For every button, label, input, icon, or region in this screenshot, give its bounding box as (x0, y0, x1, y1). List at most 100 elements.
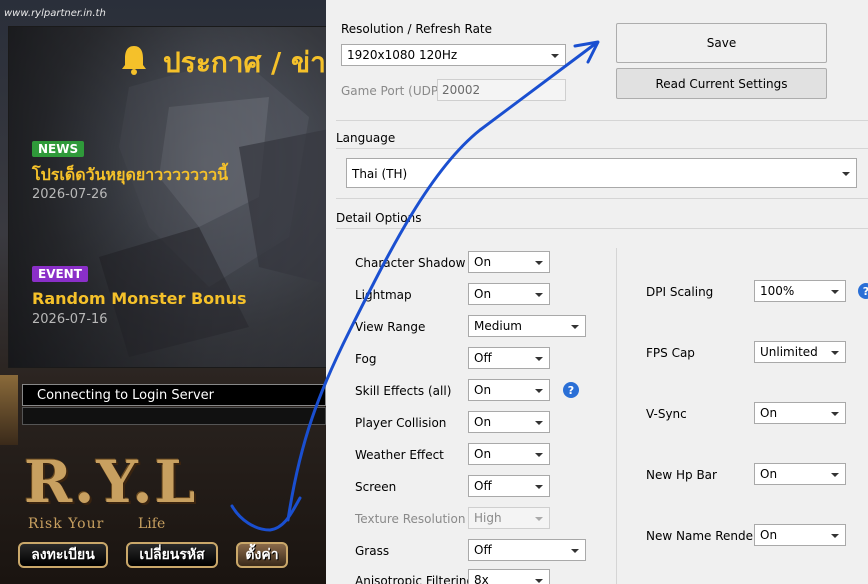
change-password-button[interactable]: เปลี่ยนรหัส (126, 542, 218, 568)
save-button[interactable]: Save (616, 23, 827, 63)
announce-title: ประกาศ / ข่าว (163, 46, 326, 79)
news-panel: ประกาศ / ข่าว NEWS โปรเด็ดวันหยุดยาววววว… (8, 26, 326, 368)
option-value: Medium (474, 319, 522, 333)
game-launcher: www.rylpartner.in.th ประกาศ / ข่าว NEWS … (0, 0, 326, 584)
chevron-down-icon (842, 172, 850, 176)
option-label: Player Collision (355, 416, 447, 430)
chevron-down-icon (831, 534, 839, 538)
chevron-down-icon (535, 261, 543, 265)
option-value: On (474, 447, 492, 461)
column-divider (616, 248, 617, 584)
option-value: On (760, 406, 778, 420)
option-value: On (474, 287, 492, 301)
option-label: Texture Resolution (355, 512, 466, 526)
chevron-down-icon (571, 549, 579, 553)
option-label: Character Shadow (355, 256, 466, 270)
game-port-field[interactable]: 20002 (437, 79, 566, 101)
anisotropic-filtering-select[interactable]: 8x (468, 569, 550, 584)
grass-select[interactable]: Off (468, 539, 586, 561)
chevron-down-icon (535, 579, 543, 583)
divider (336, 198, 868, 199)
language-value: Thai (TH) (352, 167, 408, 181)
option-value: On (474, 383, 492, 397)
option-value: 100% (760, 284, 795, 298)
lightmap-select[interactable]: On (468, 283, 550, 305)
news-item-title[interactable]: Random Monster Bonus (32, 289, 246, 308)
game-logo: R.Y.L (24, 448, 198, 516)
divider (336, 148, 868, 149)
status-text: Connecting to Login Server (37, 388, 215, 403)
option-value: On (474, 415, 492, 429)
chevron-down-icon (831, 412, 839, 416)
fog-select[interactable]: Off (468, 347, 550, 369)
option-label: Anisotropic Filtering (355, 574, 475, 584)
option-label: Weather Effect (355, 448, 444, 462)
option-value: Unlimited (760, 345, 818, 359)
player-collision-select[interactable]: On (468, 411, 550, 433)
option-value: On (474, 255, 492, 269)
option-value: On (760, 528, 778, 542)
game-port-label: Game Port (UDP) (341, 84, 443, 98)
option-label: DPI Scaling (646, 285, 714, 299)
chevron-down-icon (535, 485, 543, 489)
news-item-date: 2026-07-26 (32, 187, 108, 202)
option-label: Lightmap (355, 288, 412, 302)
new-name-render-select[interactable]: On (754, 524, 846, 546)
chevron-down-icon (571, 325, 579, 329)
register-button[interactable]: ลงทะเบียน (18, 542, 108, 568)
weather-effect-select[interactable]: On (468, 443, 550, 465)
progress-bar (22, 407, 326, 425)
new-hp-bar-select[interactable]: On (754, 463, 846, 485)
resolution-label: Resolution / Refresh Rate (341, 22, 493, 36)
settings-button[interactable]: ตั้งค่า (236, 542, 288, 568)
option-label: Screen (355, 480, 397, 494)
option-value: Off (474, 543, 492, 557)
game-port-value: 20002 (442, 83, 481, 97)
option-value: Off (474, 351, 492, 365)
option-value: Off (474, 479, 492, 493)
divider (336, 120, 868, 121)
settings-panel: Resolution / Refresh Rate 1920x1080 120H… (326, 0, 868, 584)
chevron-down-icon (535, 517, 543, 521)
chevron-down-icon (831, 351, 839, 355)
option-label: View Range (355, 320, 426, 334)
chevron-down-icon (535, 389, 543, 393)
language-label: Language (336, 131, 396, 145)
resolution-value: 1920x1080 120Hz (347, 48, 458, 62)
option-label: V-Sync (646, 407, 687, 421)
view-range-select[interactable]: Medium (468, 315, 586, 337)
chevron-down-icon (535, 293, 543, 297)
texture-resolution-select[interactable]: High (468, 507, 550, 529)
option-label: Skill Effects (all) (355, 384, 452, 398)
dpi-scaling-select[interactable]: 100% (754, 280, 846, 302)
news-item-date: 2026-07-16 (32, 312, 108, 327)
chevron-down-icon (535, 357, 543, 361)
divider (336, 228, 868, 229)
screen-select[interactable]: Off (468, 475, 550, 497)
fps-cap-select[interactable]: Unlimited (754, 341, 846, 363)
v-sync-select[interactable]: On (754, 402, 846, 424)
chevron-down-icon (831, 473, 839, 477)
launcher-url: www.rylpartner.in.th (4, 8, 106, 19)
language-select[interactable]: Thai (TH) (346, 158, 857, 188)
character-shadow-select[interactable]: On (468, 251, 550, 273)
character-artwork (0, 375, 18, 445)
chevron-down-icon (535, 453, 543, 457)
help-icon[interactable]: ? (858, 283, 868, 299)
option-value: 8x (474, 573, 489, 584)
resolution-select[interactable]: 1920x1080 120Hz (341, 44, 566, 66)
status-bar: Connecting to Login Server (22, 384, 326, 406)
option-label: FPS Cap (646, 346, 695, 360)
news-item-title[interactable]: โปรเด็ดวันหยุดยาวววววววนี้ (32, 163, 228, 188)
skill-effects-select[interactable]: On (468, 379, 550, 401)
news-badge: NEWS (32, 141, 85, 157)
detail-options-label: Detail Options (336, 211, 422, 225)
bell-icon (122, 46, 146, 75)
help-icon[interactable]: ? (563, 382, 579, 398)
read-current-settings-button[interactable]: Read Current Settings (616, 68, 827, 99)
option-label: New Name Render (646, 529, 758, 543)
option-label: Fog (355, 352, 377, 366)
option-label: Grass (355, 544, 390, 558)
event-badge: EVENT (32, 266, 88, 282)
game-logo-tagline: Risk Your (28, 516, 105, 532)
